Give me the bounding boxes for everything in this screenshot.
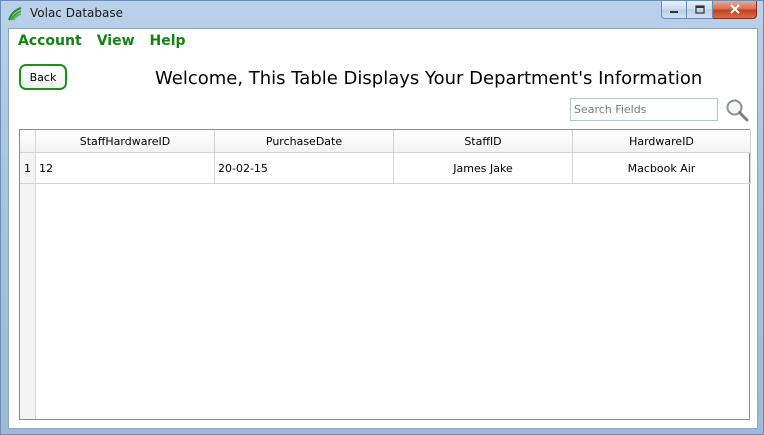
window-frame: Volac Database Account View Help Back We… — [0, 0, 764, 435]
data-table: StaffHardwareID PurchaseDate StaffID Har… — [19, 129, 751, 420]
title-bar[interactable]: Volac Database — [1, 1, 763, 27]
window-title: Volac Database — [30, 6, 123, 20]
page-title: Welcome, This Table Displays Your Depart… — [155, 68, 703, 89]
column-header-staffid[interactable]: StaffID — [394, 130, 573, 152]
close-button[interactable] — [713, 1, 757, 19]
minimize-button[interactable] — [661, 1, 687, 19]
column-header-staffhardwareid[interactable]: StaffHardwareID — [36, 130, 215, 152]
back-button[interactable]: Back — [19, 64, 67, 90]
menu-account[interactable]: Account — [18, 33, 82, 49]
menu-bar: Account View Help — [9, 29, 757, 53]
row-number[interactable]: 1 — [20, 153, 35, 184]
table-cell[interactable]: Macbook Air — [573, 153, 751, 183]
close-icon — [729, 3, 741, 17]
search-icon[interactable] — [725, 98, 749, 122]
column-header-hardwareid[interactable]: HardwareID — [573, 130, 751, 152]
menu-view[interactable]: View — [97, 33, 135, 49]
maximize-button[interactable] — [687, 1, 713, 19]
table-cell[interactable]: James Jake — [394, 153, 573, 183]
window-controls — [661, 1, 757, 20]
main-window: Account View Help Back Welcome, This Tab… — [8, 28, 758, 429]
maximize-icon — [694, 3, 705, 17]
table-row: 12 20-02-15 James Jake Macbook Air — [36, 153, 751, 184]
table-header-row: StaffHardwareID PurchaseDate StaffID Har… — [36, 130, 751, 153]
column-header-purchasedate[interactable]: PurchaseDate — [215, 130, 394, 152]
table-corner[interactable] — [20, 130, 35, 153]
search-input[interactable] — [570, 98, 718, 121]
menu-help[interactable]: Help — [150, 33, 186, 49]
app-icon — [7, 6, 23, 22]
table-cell[interactable]: 20-02-15 — [215, 153, 394, 183]
table-cell[interactable]: 12 — [36, 153, 215, 183]
minimize-icon — [669, 3, 679, 17]
